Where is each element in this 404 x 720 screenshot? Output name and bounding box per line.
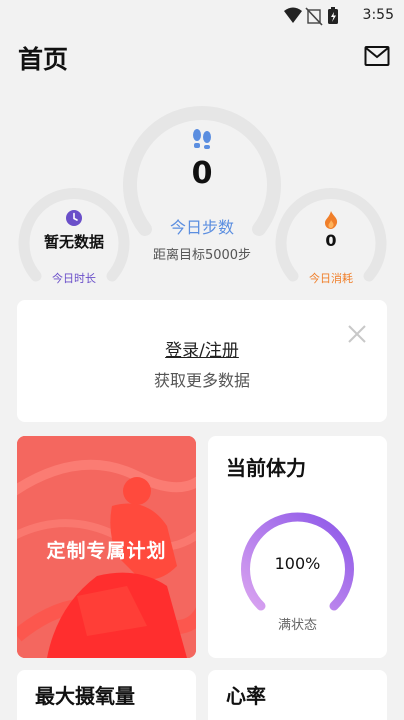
heart-rate-card[interactable]: 心率 xyxy=(208,670,387,720)
wifi-icon xyxy=(284,7,302,23)
steps-label: 今日步数 xyxy=(169,218,234,237)
page-title: 首页 xyxy=(18,45,69,74)
energy-value: 100% xyxy=(274,554,321,573)
calories-gauge[interactable]: 0 今日消耗 xyxy=(275,178,387,290)
mail-icon[interactable] xyxy=(364,45,390,67)
energy-card[interactable]: 当前体力 100% 满状态 xyxy=(208,436,387,658)
custom-plan-label: 定制专属计划 xyxy=(46,540,167,562)
custom-plan-card[interactable]: 定制专属计划 xyxy=(17,436,196,658)
vo2max-card[interactable]: 最大摄氧量 xyxy=(17,670,196,720)
steps-gauge[interactable]: 0 今日步数 距离目标5000步 xyxy=(122,84,282,274)
heart-rate-title: 心率 xyxy=(226,684,266,708)
calories-value: 0 xyxy=(325,231,337,250)
steps-goal: 距离目标5000步 xyxy=(152,248,252,263)
steps-value: 0 xyxy=(191,156,213,191)
status-icons xyxy=(284,7,338,26)
no-signal-icon xyxy=(305,7,323,26)
flame-icon xyxy=(325,211,338,229)
vo2max-title: 最大摄氧量 xyxy=(35,684,135,708)
energy-status: 满状态 xyxy=(277,618,317,633)
clock-icon xyxy=(66,210,82,226)
status-time: 3:55 xyxy=(362,7,394,23)
close-icon[interactable] xyxy=(347,324,367,344)
duration-gauge[interactable]: 暂无数据 今日时长 xyxy=(18,178,130,290)
login-card: 登录/注册 获取更多数据 xyxy=(17,300,387,422)
footprints-icon xyxy=(193,129,211,149)
duration-label: 今日时长 xyxy=(52,272,96,285)
status-bar: 3:55 xyxy=(0,0,404,32)
calories-label: 今日消耗 xyxy=(309,272,353,285)
login-subtitle: 获取更多数据 xyxy=(153,371,250,390)
duration-value: 暂无数据 xyxy=(43,233,104,251)
battery-icon xyxy=(328,7,338,24)
login-register-link[interactable]: 登录/注册 xyxy=(17,336,387,361)
